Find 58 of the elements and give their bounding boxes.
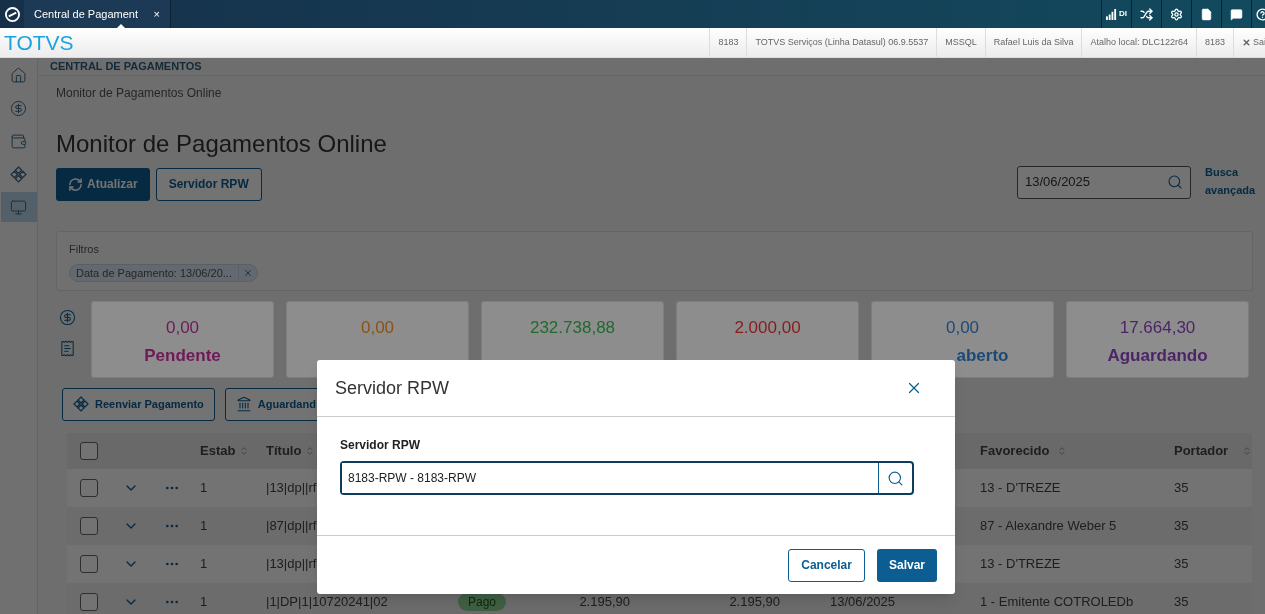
table-cell: 13 - D'TREZE [980,555,1061,571]
card-value: 2.000,00 [734,316,801,339]
cancel-button[interactable]: Cancelar [788,548,865,582]
card-value: 232.738,88 [529,316,616,339]
column-header[interactable]: Título [266,440,302,461]
column-header[interactable]: Favorecido [980,440,1050,461]
table-cell: 1 [200,593,208,609]
session-info: 8183 [709,28,747,57]
column-header[interactable]: Portador [1174,440,1229,461]
table-cell: 35 [1174,517,1189,533]
filters-label: Filtros [69,241,100,257]
session-info: Rafael Luis da Silva [984,28,1082,57]
card-value: 0,00 [165,316,200,339]
table-cell: |87|dp||rf [266,517,317,533]
table-cell: 1 [200,555,208,571]
card-value: 17.664,30 [1119,316,1196,339]
table-cell: 1 - Emitente COTROLEDb [980,593,1134,609]
table-cell: 13/06/2025 [830,593,896,609]
table-cell: |13|dp||rf [266,479,317,495]
exit-button[interactable]: Sai [1233,28,1265,57]
table-cell: 1 [200,479,208,495]
totvs-logo: TOTVS [3,30,74,56]
date-search-field[interactable]: 13/06/2025 [1017,165,1191,199]
resend-button[interactable]: Reenviar Pagamento [62,387,215,421]
session-info: 8183 [1195,28,1233,57]
breadcrumb[interactable]: CENTRAL DE PAGAMENTOS [50,58,202,75]
table-cell: 13 - D'TREZE [980,479,1061,495]
dialog-title: Servidor RPW [335,376,450,400]
server-button[interactable]: Servidor RPW [155,167,262,201]
table-cell: 35 [1174,479,1189,495]
save-button[interactable]: Salvar [876,548,937,582]
summary-card[interactable]: 17.664,30 Aguardando [1066,300,1249,378]
card-label: Aguardando [1107,345,1208,367]
table-cell: 1 [200,517,208,533]
page-title: Monitor de Pagamentos Online [56,128,388,159]
summary-card[interactable]: 0,00 Pendente [91,300,274,378]
table-cell: 35 [1174,555,1189,571]
refresh-button[interactable]: Atualizar [56,167,150,201]
card-label: aberto [956,345,1009,367]
close-tab-button[interactable]: × [153,5,160,23]
card-label: Pendente [144,345,221,367]
page-subtitle: Monitor de Pagamentos Online [56,84,223,101]
field-label: Servidor RPW [340,437,421,454]
table-cell: 2.195,90 [729,593,780,609]
session-info: TOTVS Serviços (Linha Datasul) 06.9.5537 [746,28,937,57]
table-cell: |1|DP|1|10720241|02 [266,593,388,609]
table-cell: |13|dp||rf [266,555,317,571]
app-tab[interactable]: Central de Pagament × [24,0,171,28]
column-header[interactable]: Estab [200,440,236,461]
table-cell: 35 [1174,593,1189,609]
session-info: Atalho local: DLC122r64 [1081,28,1196,57]
card-value: 0,00 [945,316,980,339]
filter-chip[interactable]: Data de Pagamento: 13/06/20... [69,264,258,282]
session-info: MSSQL [936,28,985,57]
table-cell: 2.195,90 [579,593,630,609]
card-value: 0,00 [360,316,395,339]
table-cell: 87 - Alexandre Weber 5 [980,517,1117,533]
server-field[interactable]: 8183-RPW - 8183-RPW [340,461,914,495]
